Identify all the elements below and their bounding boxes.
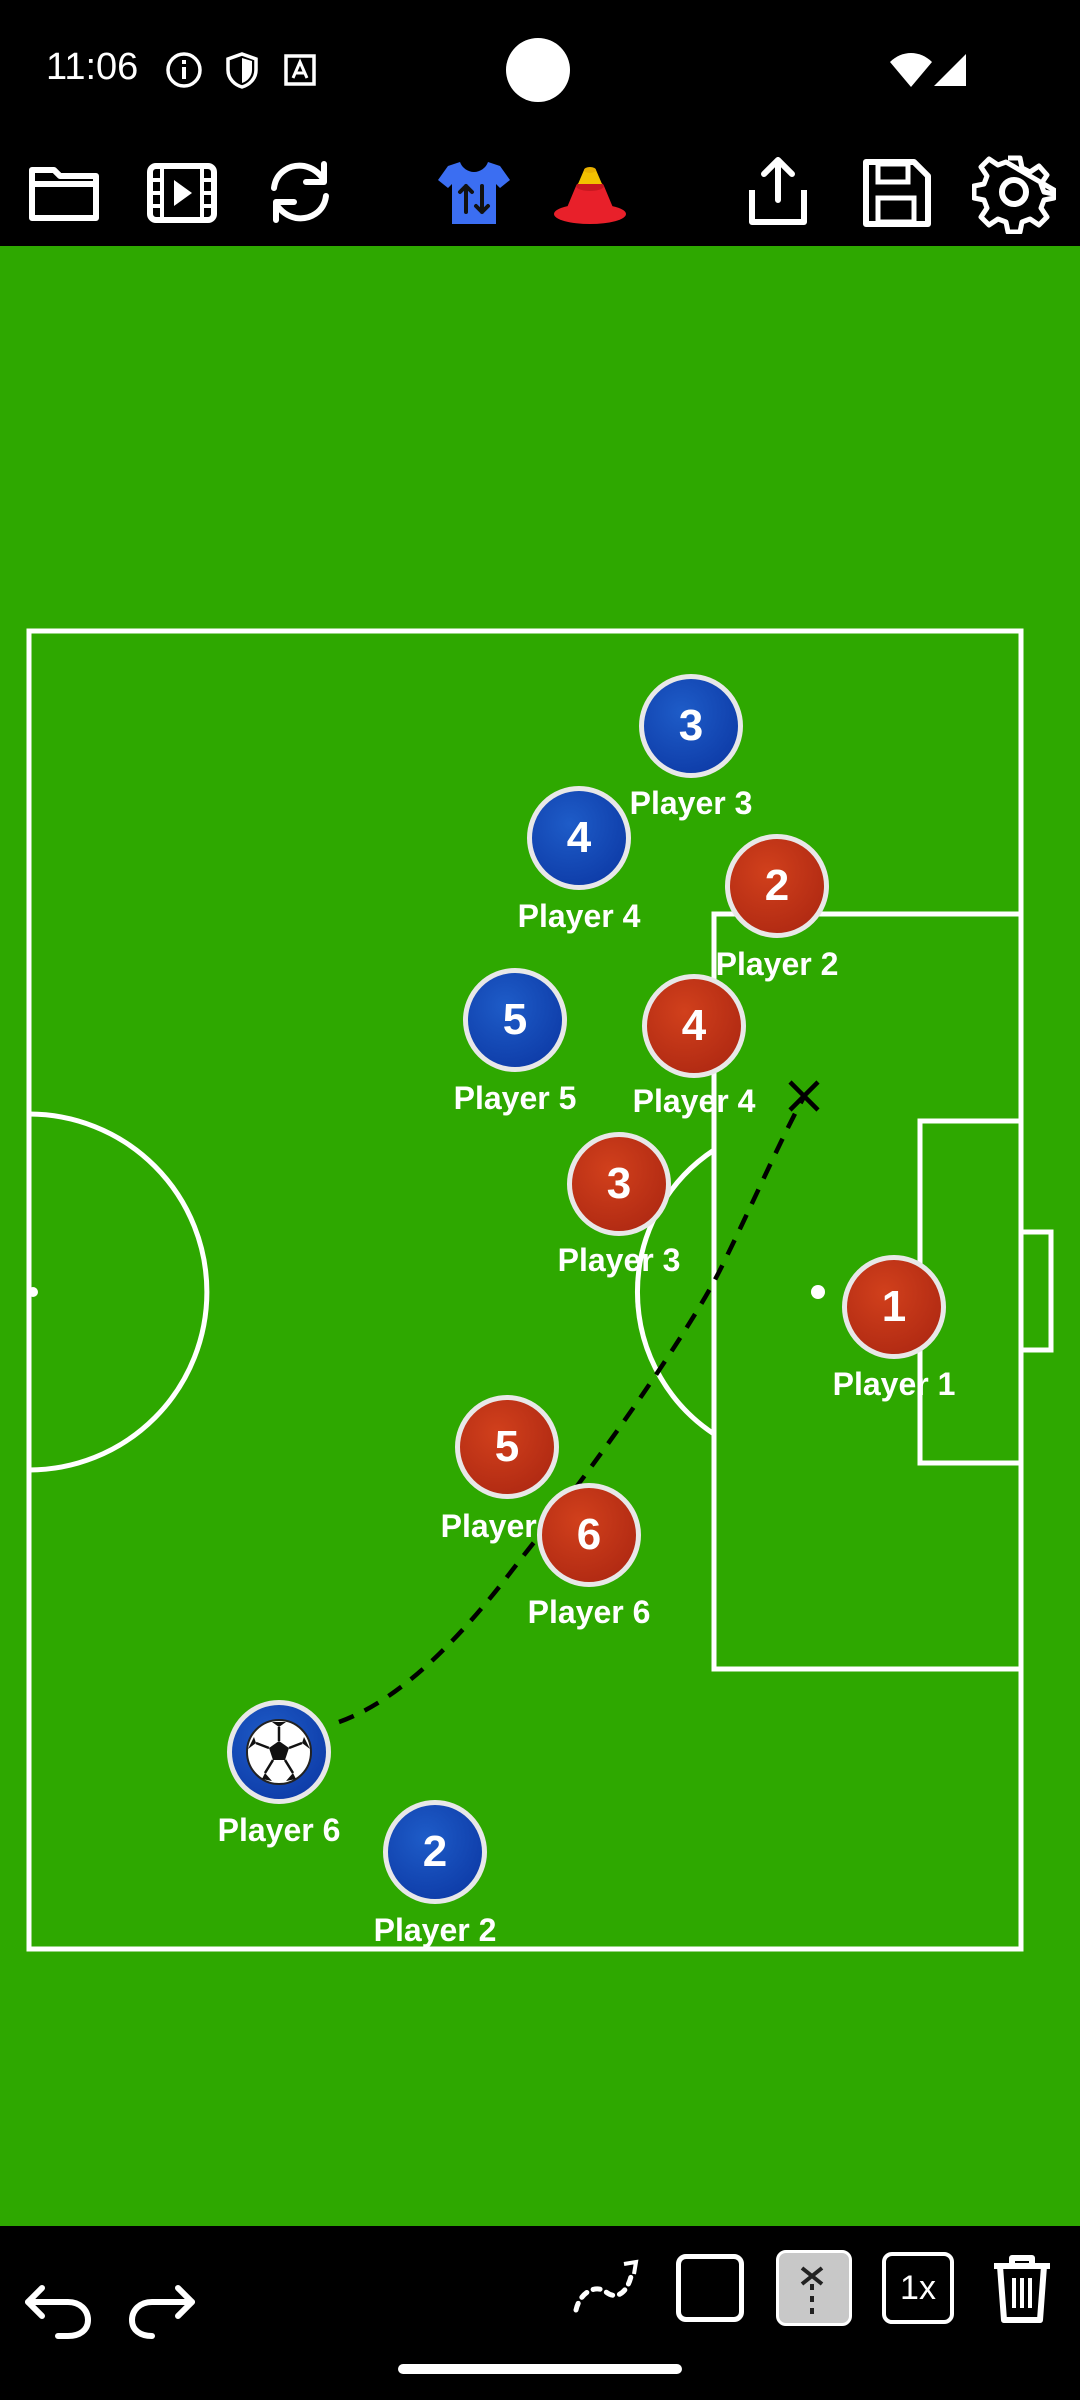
blue-player-token[interactable]: 3 xyxy=(639,674,743,778)
player-label: Player 6 xyxy=(217,1812,341,1848)
player-label: Player 6 xyxy=(527,1594,651,1630)
history-controls xyxy=(0,2226,220,2400)
red-player-token[interactable]: 4 xyxy=(642,974,746,1078)
player-number: 3 xyxy=(606,1159,632,1208)
folder-icon[interactable] xyxy=(22,150,106,234)
signal-icon xyxy=(934,54,966,86)
player-label: Player 3 xyxy=(557,1242,681,1278)
speed-button[interactable]: 1x xyxy=(878,2248,958,2328)
front-camera xyxy=(506,38,570,102)
cones-icon[interactable] xyxy=(548,150,632,234)
player-number: 1 xyxy=(881,1282,907,1331)
ball-player-token[interactable] xyxy=(227,1700,331,1804)
redo-icon[interactable] xyxy=(122,2266,202,2346)
top-toolbar xyxy=(0,140,1080,246)
text-icon xyxy=(284,54,316,86)
center-circle xyxy=(28,1111,210,1473)
speed-label: 1x xyxy=(882,2252,954,2324)
dotted-path-icon[interactable] xyxy=(566,2248,646,2328)
player-number: 3 xyxy=(678,701,704,750)
red-player-token[interactable]: 2 xyxy=(725,834,829,938)
red-player-token[interactable]: 5 xyxy=(455,1395,559,1499)
red-player-token[interactable]: 6 xyxy=(537,1483,641,1587)
run-path-icon[interactable] xyxy=(774,2248,854,2328)
player-number: 5 xyxy=(494,1422,520,1471)
player-label: Player 2 xyxy=(373,1912,497,1948)
player-number: 4 xyxy=(681,1001,707,1050)
player-label: Player 4 xyxy=(517,898,641,934)
blue-player-token[interactable]: 5 xyxy=(463,968,567,1072)
home-indicator[interactable] xyxy=(398,2364,682,2374)
jersey-swap-icon[interactable] xyxy=(432,150,516,234)
app-screen: 11:06 3 Player 3 4 Player 4 5 Player 5 2… xyxy=(0,0,1080,2400)
blue-player-token[interactable]: 4 xyxy=(527,786,631,890)
share-icon[interactable] xyxy=(736,150,820,234)
square-icon[interactable] xyxy=(670,2248,750,2328)
player-number: 2 xyxy=(764,861,790,910)
status-time: 11:06 xyxy=(46,46,139,88)
save-icon[interactable] xyxy=(854,150,938,234)
soccer-field[interactable]: 3 Player 3 4 Player 4 5 Player 5 2 Playe… xyxy=(0,246,1080,2226)
player-label: Player 4 xyxy=(632,1083,756,1119)
status-bar: 11:06 xyxy=(0,0,1080,140)
player-label: Player 1 xyxy=(832,1366,956,1402)
shield-icon xyxy=(226,52,258,89)
soccer-ball-icon xyxy=(246,1719,312,1785)
trash-icon[interactable] xyxy=(982,2248,1062,2328)
info-icon xyxy=(166,52,202,88)
center-spot xyxy=(28,1287,38,1297)
red-player-token[interactable]: 3 xyxy=(567,1132,671,1236)
player-number: 4 xyxy=(566,813,592,862)
settings-icon[interactable] xyxy=(972,150,1056,234)
red-player-token[interactable]: 1 xyxy=(842,1255,946,1359)
undo-icon[interactable] xyxy=(18,2266,98,2346)
video-icon[interactable] xyxy=(140,150,224,234)
player-number: 5 xyxy=(502,995,528,1044)
wifi-icon xyxy=(890,53,932,87)
goal xyxy=(1018,1229,1054,1353)
player-number: 6 xyxy=(576,1510,602,1559)
player-number: 2 xyxy=(422,1827,448,1876)
penalty-spot xyxy=(811,1285,825,1299)
rotate-icon[interactable] xyxy=(258,150,342,234)
blue-player-token[interactable]: 2 xyxy=(383,1800,487,1904)
